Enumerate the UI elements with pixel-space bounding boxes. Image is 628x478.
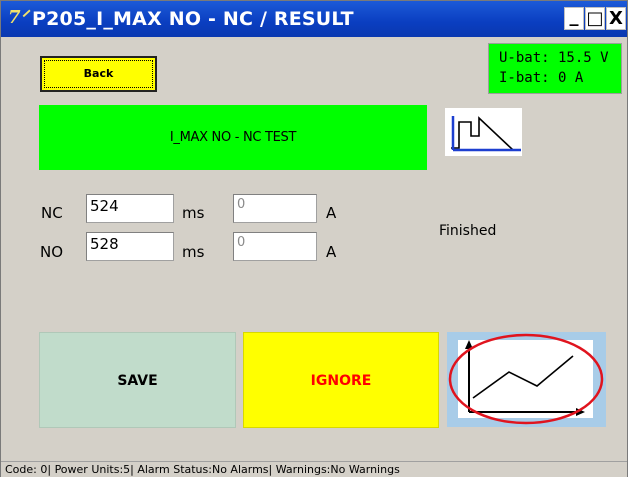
close-icon: X — [609, 8, 623, 29]
nc-current-unit: A — [326, 204, 337, 222]
nc-current-field[interactable]: 0 — [233, 194, 317, 223]
minimize-icon: _ — [569, 6, 579, 27]
no-label: NO — [40, 243, 64, 261]
window-title: P205_I_MAX NO - NC / RESULT — [32, 8, 354, 30]
status-bar: Code: 0| Power Units:5| Alarm Status:No … — [1, 461, 627, 477]
save-button[interactable]: SAVE — [39, 332, 236, 428]
maximize-button[interactable]: □ — [585, 7, 605, 30]
test-name-banner: I_MAX NO - NC TEST — [39, 105, 427, 170]
nc-time-field[interactable]: 524 — [86, 194, 174, 223]
no-current-unit: A — [326, 243, 337, 261]
u-bat-readout: U-bat: 15.5 V — [499, 50, 609, 66]
no-current-field[interactable]: 0 — [233, 232, 317, 261]
nc-time-unit: ms — [182, 204, 205, 222]
nc-label: NC — [41, 204, 63, 222]
minimize-button[interactable]: _ — [564, 6, 584, 30]
no-time-unit: ms — [182, 243, 205, 261]
back-button[interactable]: Back — [40, 56, 157, 92]
i-bat-readout: I-bat: 0 A — [499, 70, 584, 86]
maximize-icon: □ — [586, 8, 604, 29]
title-bar[interactable]: 7ᐟ P205_I_MAX NO - NC / RESULT _ □ X — [1, 1, 627, 37]
app-logo-icon: 7ᐟ — [8, 7, 29, 28]
close-button[interactable]: X — [606, 7, 626, 30]
test-state-text: Finished — [439, 223, 497, 239]
ignore-button[interactable]: IGNORE — [243, 332, 439, 428]
no-time-field[interactable]: 528 — [86, 232, 174, 261]
app-window: 7ᐟ P205_I_MAX NO - NC / RESULT _ □ X Bac… — [0, 0, 628, 477]
show-graph-button[interactable] — [447, 332, 606, 427]
battery-status: U-bat: 15.5 V I-bat: 0 A — [488, 43, 622, 94]
pulse-ramp-icon — [445, 108, 522, 156]
